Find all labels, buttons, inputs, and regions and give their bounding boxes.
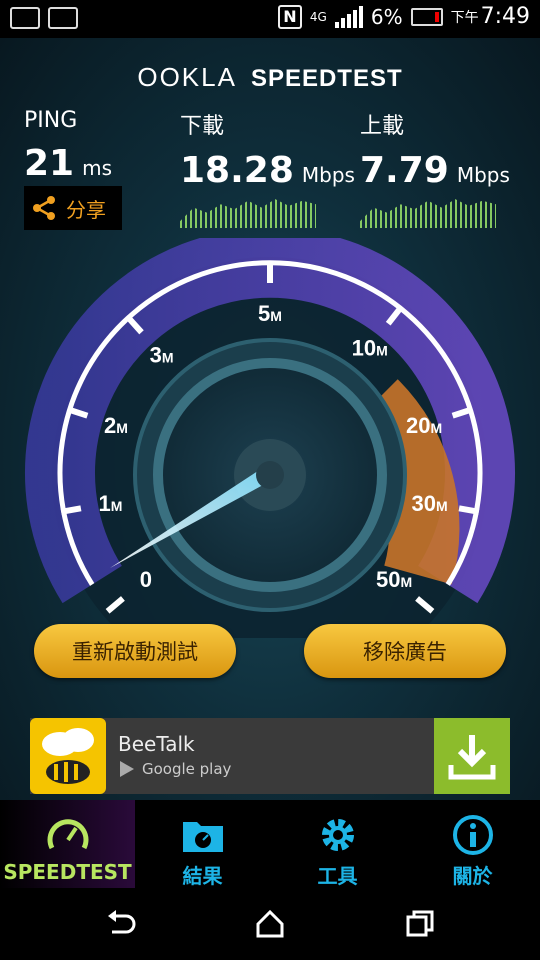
- google-play-icon: [120, 761, 134, 777]
- upload-metric: 上載 7.79 Mbps: [360, 108, 510, 191]
- speed-gauge: 01M2M3M5M10M20M30M50M: [25, 238, 515, 638]
- share-button[interactable]: 分享: [24, 186, 122, 230]
- ad-title: BeeTalk: [118, 732, 195, 756]
- tab-about[interactable]: 關於: [405, 800, 540, 888]
- tab-speedtest[interactable]: SPEEDTEST: [0, 800, 135, 888]
- upload-graph: [360, 199, 496, 228]
- download-value: 18.28: [180, 150, 294, 191]
- results-folder-icon: [182, 822, 223, 852]
- bottom-tab-bar: SPEEDTEST 結果 工具 關於: [0, 800, 540, 888]
- image-notification-icon: [48, 7, 78, 29]
- upload-unit: Mbps: [456, 163, 510, 187]
- ping-value: 21: [24, 143, 75, 184]
- gear-icon: [321, 819, 354, 851]
- ad-download-button[interactable]: [434, 718, 510, 794]
- upload-label: 上載: [360, 114, 405, 139]
- home-icon: [256, 909, 284, 938]
- tab-results-label: 結果: [182, 864, 223, 888]
- recents-button[interactable]: [400, 904, 440, 944]
- download-unit: Mbps: [301, 163, 355, 187]
- back-icon: [108, 910, 136, 934]
- share-icon: [33, 196, 55, 220]
- download-metric: 下載 18.28 Mbps: [180, 108, 355, 191]
- download-graph: [180, 199, 316, 228]
- ping-metric: PING 21 ms: [24, 108, 112, 184]
- battery-icon: [410, 7, 443, 26]
- upload-value: 7.79: [360, 150, 449, 191]
- gauge-label: 0: [140, 567, 152, 592]
- recents-icon: [406, 910, 434, 937]
- tab-tools[interactable]: 工具: [270, 800, 405, 888]
- info-icon: [452, 815, 493, 855]
- ampm: 下午: [450, 9, 479, 26]
- speedometer-icon: [47, 819, 88, 850]
- ping-unit: ms: [82, 156, 113, 180]
- gauge-tick: [60, 505, 82, 515]
- brand-name: OOKLA: [137, 62, 237, 92]
- speedtest-screen: OOKLA SPEEDTEST PING 21 ms 分享 下載 18.28 Mbps…: [0, 38, 540, 800]
- network-type: 4G: [309, 9, 327, 24]
- home-button[interactable]: [250, 904, 290, 944]
- ad-store: Google play: [142, 760, 232, 778]
- restart-test-button[interactable]: 重新啟動測試: [34, 624, 236, 678]
- share-label: 分享: [66, 197, 106, 222]
- tab-speedtest-label: SPEEDTEST: [3, 860, 132, 884]
- gauge-tick: [458, 505, 480, 515]
- system-nav-bar: [0, 888, 540, 960]
- back-button[interactable]: [100, 904, 140, 944]
- nfc-icon: N: [277, 4, 302, 29]
- remove-ads-button[interactable]: 移除廣告: [304, 624, 506, 678]
- battery-percent: 6%: [370, 4, 403, 29]
- leaf-notification-icon: [10, 7, 40, 29]
- download-icon: [448, 735, 496, 780]
- app-logo: OOKLA SPEEDTEST: [0, 62, 540, 93]
- ad-banner[interactable]: BeeTalk Google play: [30, 718, 510, 794]
- status-bar: N 4G 6% 下午 7:49: [0, 0, 540, 38]
- ping-label: PING: [24, 108, 78, 133]
- notification-icons: [10, 7, 78, 29]
- tab-about-label: 關於: [452, 864, 493, 888]
- download-label: 下載: [180, 114, 225, 139]
- signal-icon: [334, 5, 363, 28]
- product-name: SPEEDTEST: [250, 65, 403, 92]
- clock: 7:49: [480, 4, 530, 29]
- tab-results[interactable]: 結果: [135, 800, 270, 888]
- tab-tools-label: 工具: [317, 864, 358, 888]
- beetalk-app-icon: [30, 718, 106, 794]
- google-play-badge: Google play: [118, 760, 231, 778]
